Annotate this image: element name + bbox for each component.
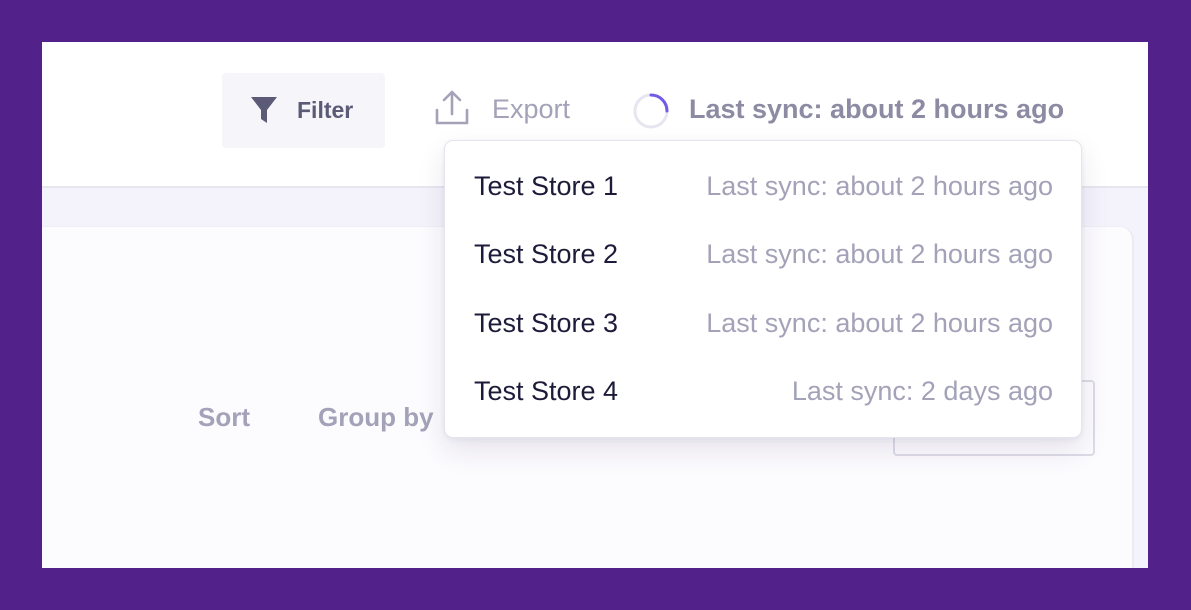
export-icon (434, 90, 470, 126)
store-name: Test Store 3 (474, 308, 619, 338)
store-name: Test Store 1 (474, 171, 619, 201)
store-last-sync: Last sync: about 2 hours ago (706, 308, 1053, 338)
store-sync-item[interactable]: Test Store 2 Last sync: about 2 hours ag… (445, 225, 1083, 285)
store-sync-item[interactable]: Test Store 1 Last sync: about 2 hours ag… (445, 157, 1083, 217)
sort-button[interactable]: Sort (198, 402, 250, 433)
store-sync-item[interactable]: Test Store 3 Last sync: about 2 hours ag… (445, 294, 1083, 354)
sync-status-label: Last sync: about 2 hours ago (689, 94, 1065, 124)
store-sync-dropdown: Test Store 1 Last sync: about 2 hours ag… (444, 140, 1082, 438)
filter-icon (250, 96, 278, 126)
filter-label: Filter (297, 97, 354, 123)
store-last-sync: Last sync: about 2 hours ago (706, 171, 1053, 201)
store-name: Test Store 2 (474, 239, 619, 269)
filter-button[interactable]: Filter (222, 73, 385, 148)
store-last-sync: Last sync: about 2 hours ago (706, 239, 1053, 269)
export-label: Export (492, 94, 571, 124)
sync-spinner-icon (632, 92, 670, 130)
export-button[interactable]: Export (434, 90, 594, 130)
store-last-sync: Last sync: 2 days ago (791, 376, 1053, 406)
group-by-button[interactable]: Group by (318, 402, 434, 433)
app-window: Filter Export Last sync: about 2 hours a… (42, 42, 1148, 568)
sync-status-button[interactable]: Last sync: about 2 hours ago (632, 92, 1102, 132)
store-sync-item[interactable]: Test Store 4 Last sync: 2 days ago (445, 362, 1083, 422)
store-name: Test Store 4 (474, 376, 619, 406)
